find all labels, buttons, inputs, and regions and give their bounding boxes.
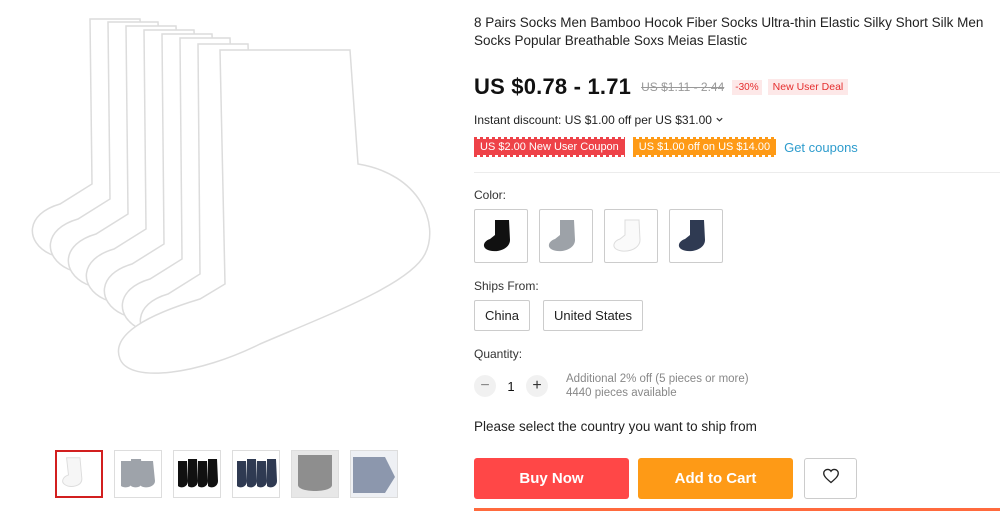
ship-option-united-states[interactable]: United States (542, 300, 644, 331)
add-to-cart-button[interactable]: Add to Cart (638, 458, 793, 499)
buy-now-button[interactable]: Buy Now (474, 458, 629, 499)
thumbnail-navy[interactable] (232, 450, 280, 498)
divider (474, 172, 1000, 173)
thumbnail-gray[interactable] (114, 450, 162, 498)
color-option-black[interactable] (474, 209, 528, 263)
thumbnail-blue-closeup[interactable] (350, 450, 398, 498)
main-product-image (30, 14, 440, 434)
increase-quantity-button[interactable]: + (526, 375, 548, 397)
instant-discount-text: Instant discount: US $1.00 off per US $3… (474, 113, 712, 127)
ship-option-china[interactable]: China (474, 300, 530, 331)
quantity-stepper: − 1 + Additional 2% off (5 pieces or mor… (474, 372, 749, 400)
stock-available-text: 4440 pieces available (566, 387, 677, 399)
color-label: Color: (474, 188, 507, 202)
coupon-row: US $2.00 New User Coupon US $1.00 off on… (474, 137, 858, 157)
get-coupons-link[interactable]: Get coupons (784, 140, 858, 155)
quantity-label: Quantity: (474, 347, 523, 361)
current-price: US $0.78 - 1.71 (474, 74, 632, 99)
ship-country-message: Please select the country you want to sh… (474, 419, 757, 434)
price-row: US $0.78 - 1.71 US $1.11 - 2.44 -30% New… (474, 74, 849, 100)
thumbnail-strip (55, 450, 398, 498)
thumbnail-black[interactable] (173, 450, 221, 498)
thumbnail-white[interactable] (55, 450, 103, 498)
new-user-coupon[interactable]: US $2.00 New User Coupon (474, 137, 625, 157)
quantity-info: Additional 2% off (5 pieces or more) 444… (566, 372, 749, 400)
product-title: 8 Pairs Socks Men Bamboo Hocok Fiber Soc… (474, 15, 984, 48)
color-option-navy[interactable] (669, 209, 723, 263)
ships-from-label: Ships From: (474, 279, 539, 293)
instant-discount[interactable]: Instant discount: US $1.00 off per US $3… (474, 113, 724, 127)
color-option-white[interactable] (604, 209, 658, 263)
original-price: US $1.11 - 2.44 (641, 80, 725, 94)
wishlist-button[interactable] (804, 458, 857, 499)
thumbnail-gray-closeup[interactable] (291, 450, 339, 498)
decrease-quantity-button[interactable]: − (474, 375, 496, 397)
chevron-down-icon (715, 113, 724, 127)
ships-from-options: China United States (474, 300, 644, 331)
quantity-value[interactable]: 1 (496, 379, 526, 394)
color-swatches (474, 209, 723, 263)
store-coupon[interactable]: US $1.00 off on US $14.00 (632, 137, 777, 157)
color-option-gray[interactable] (539, 209, 593, 263)
bulk-discount-text: Additional 2% off (5 pieces or more) (566, 373, 749, 385)
bottom-accent-bar (474, 508, 1000, 511)
heart-icon (822, 468, 840, 489)
new-user-deal-badge: New User Deal (767, 79, 849, 95)
discount-badge: -30% (732, 79, 762, 95)
action-buttons: Buy Now Add to Cart (474, 458, 857, 499)
